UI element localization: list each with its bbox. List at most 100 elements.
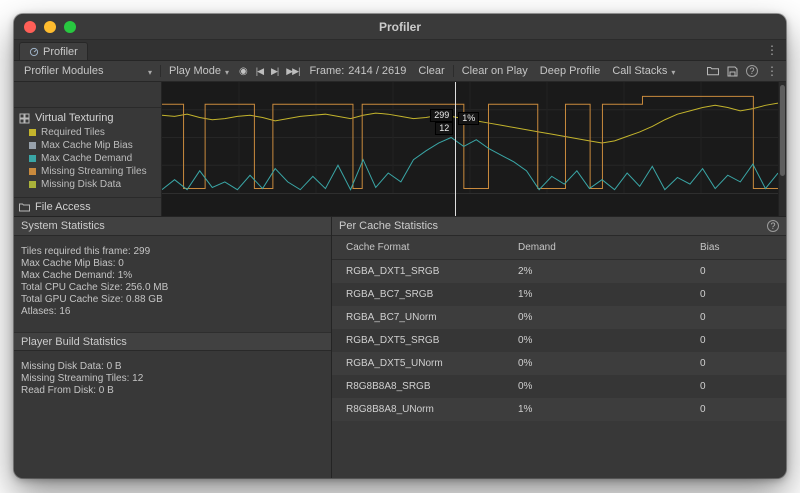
- close-window-button[interactable]: [24, 21, 36, 33]
- legend-label: Required Tiles: [41, 127, 105, 138]
- legend-item[interactable]: Missing Streaming Tiles: [14, 165, 161, 178]
- cache-format-cell: RGBA_DXT5_UNorm: [332, 358, 504, 369]
- scrollbar-thumb[interactable]: [780, 85, 785, 176]
- table-row[interactable]: R8G8B8A8_UNorm1%0: [332, 398, 786, 421]
- system-statistics-panel: System Statistics Tiles required this fr…: [14, 217, 332, 478]
- next-frame-button[interactable]: ▶|: [267, 66, 282, 77]
- stat-line: Max Cache Demand: 1%: [21, 270, 324, 282]
- stat-line: Max Cache Mip Bias: 0: [21, 258, 324, 270]
- legend-item[interactable]: Max Cache Mip Bias: [14, 139, 161, 152]
- call-stacks-label: Call Stacks: [612, 65, 667, 77]
- play-mode-dropdown[interactable]: Play Mode ▾: [163, 61, 235, 81]
- legend-swatch: [29, 168, 36, 175]
- cache-format-cell: RGBA_DXT5_SRGB: [332, 335, 504, 346]
- legend-label: Max Cache Mip Bias: [41, 140, 133, 151]
- clear-on-play-toggle[interactable]: Clear on Play: [456, 61, 534, 81]
- bias-cell: 0: [686, 404, 786, 415]
- per-cache-statistics-header: Per Cache Statistics ?: [332, 217, 786, 236]
- help-icon[interactable]: ?: [742, 65, 762, 77]
- per-cache-statistics-title: Per Cache Statistics: [339, 220, 438, 232]
- playhead-line[interactable]: [455, 82, 456, 216]
- call-stacks-dropdown[interactable]: Call Stacks ▾: [606, 61, 681, 81]
- stat-line: Tiles required this frame: 299: [21, 246, 324, 258]
- legend-label: Missing Streaming Tiles: [41, 166, 147, 177]
- window-title: Profiler: [14, 20, 786, 34]
- module-file-access[interactable]: File Access: [14, 197, 161, 216]
- cache-format-cell: RGBA_DXT1_SRGB: [332, 266, 504, 277]
- toolbar-separator: [453, 65, 454, 77]
- clear-button[interactable]: Clear: [412, 61, 450, 81]
- minimize-window-button[interactable]: [44, 21, 56, 33]
- stat-line: Total GPU Cache Size: 0.88 GB: [21, 294, 324, 306]
- cache-format-cell: RGBA_BC7_SRGB: [332, 289, 504, 300]
- table-row[interactable]: RGBA_DXT5_UNorm0%0: [332, 352, 786, 375]
- playhead-tiles-chip: 299: [430, 109, 453, 122]
- chart-canvas[interactable]: 299 12 1%: [162, 82, 786, 216]
- deep-profile-toggle[interactable]: Deep Profile: [534, 61, 607, 81]
- system-statistics-title: System Statistics: [21, 220, 105, 232]
- vt-chart-svg: [162, 82, 778, 193]
- save-profile-icon[interactable]: [723, 66, 742, 77]
- frame-value: 2414 / 2619: [348, 65, 406, 77]
- player-build-statistics-title: Player Build Statistics: [21, 336, 127, 348]
- chevron-down-icon: ▾: [225, 68, 229, 77]
- frame-counter: Frame: 2414 / 2619: [303, 61, 412, 81]
- record-button[interactable]: ◉: [235, 66, 252, 77]
- profiler-window: Profiler Profiler ⋮ Profiler Modules ▾ P…: [14, 14, 786, 478]
- system-statistics-header: System Statistics: [14, 217, 331, 236]
- table-row[interactable]: RGBA_DXT5_SRGB0%0: [332, 329, 786, 352]
- title-bar[interactable]: Profiler: [14, 14, 786, 40]
- help-glyph: ?: [746, 65, 758, 77]
- stat-line: Atlases: 16: [21, 306, 324, 318]
- toolbar-menu-icon[interactable]: ⋮: [762, 65, 782, 77]
- bias-cell: 0: [686, 312, 786, 323]
- tab-profiler[interactable]: Profiler: [19, 42, 88, 60]
- profiler-modules-dropdown[interactable]: Profiler Modules ▾: [18, 61, 158, 81]
- cache-table-body: RGBA_DXT1_SRGB2%0RGBA_BC7_SRGB1%0RGBA_BC…: [332, 260, 786, 421]
- profiler-modules-label: Profiler Modules: [24, 65, 103, 77]
- column-cache-format[interactable]: Cache Format: [332, 242, 504, 253]
- legend-item[interactable]: Required Tiles: [14, 126, 161, 139]
- module-virtual-texturing[interactable]: Virtual Texturing: [14, 108, 161, 126]
- tab-label: Profiler: [43, 46, 78, 58]
- demand-cell: 2%: [504, 266, 686, 277]
- play-mode-label: Play Mode: [169, 65, 221, 77]
- per-cache-help-icon[interactable]: ?: [767, 220, 779, 232]
- table-row[interactable]: R8G8B8A8_SRGB0%0: [332, 375, 786, 398]
- traffic-lights: [24, 21, 76, 33]
- cache-format-cell: R8G8B8A8_UNorm: [332, 404, 504, 415]
- chart-scrollbar[interactable]: [778, 82, 786, 216]
- legend-item[interactable]: Max Cache Demand: [14, 152, 161, 165]
- table-row[interactable]: RGBA_BC7_UNorm0%0: [332, 306, 786, 329]
- column-bias[interactable]: Bias: [686, 242, 786, 253]
- zoom-window-button[interactable]: [64, 21, 76, 33]
- stat-line: Total CPU Cache Size: 256.0 MB: [21, 282, 324, 294]
- stat-line: Read From Disk: 0 B: [21, 385, 324, 397]
- current-frame-button[interactable]: ▶▶|: [282, 66, 303, 77]
- legend-swatch: [29, 155, 36, 162]
- table-row[interactable]: RGBA_DXT1_SRGB2%0: [332, 260, 786, 283]
- bias-cell: 0: [686, 381, 786, 392]
- tab-strip: Profiler ⋮: [14, 40, 786, 61]
- load-profile-icon[interactable]: [703, 66, 723, 76]
- toolbar-separator: [160, 65, 161, 77]
- legend-item[interactable]: Missing Disk Data: [14, 178, 161, 191]
- legend-label: Max Cache Demand: [41, 153, 132, 164]
- column-demand[interactable]: Demand: [504, 242, 686, 253]
- clear-label: Clear: [418, 65, 444, 77]
- bias-cell: 0: [686, 289, 786, 300]
- bias-cell: 0: [686, 266, 786, 277]
- chevron-down-icon: ▾: [148, 68, 152, 77]
- demand-cell: 1%: [504, 289, 686, 300]
- vt-legend: Required Tiles Max Cache Mip Bias Max Cach…: [14, 126, 161, 191]
- demand-cell: 0%: [504, 312, 686, 323]
- table-row[interactable]: RGBA_BC7_SRGB1%0: [332, 283, 786, 306]
- tab-menu-icon[interactable]: ⋮: [766, 44, 778, 56]
- virtual-texturing-icon: [19, 113, 30, 124]
- previous-frame-button[interactable]: |◀: [252, 66, 267, 77]
- bias-cell: 0: [686, 358, 786, 369]
- demand-cell: 0%: [504, 358, 686, 369]
- file-access-icon: [19, 203, 30, 212]
- chevron-down-icon: ▾: [671, 68, 675, 77]
- demand-cell: 0%: [504, 335, 686, 346]
